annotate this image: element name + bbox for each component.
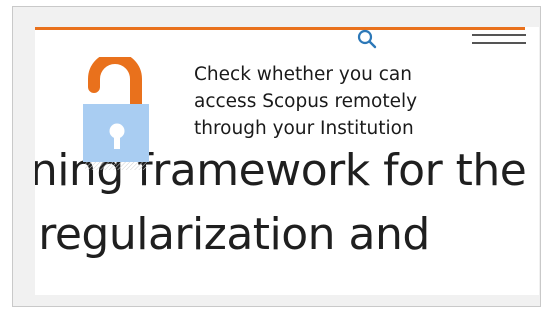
prompt-line-1: Check whether you can xyxy=(194,64,412,85)
hamburger-menu-icon xyxy=(472,34,526,36)
scopus-access-card: rning framework for the l regularization… xyxy=(35,27,539,295)
prompt-line-3: through your Institution xyxy=(194,118,414,139)
search-button[interactable] xyxy=(355,29,381,51)
open-padlock-icon xyxy=(83,57,149,170)
remote-access-prompt[interactable]: Check whether you can access Scopus remo… xyxy=(194,61,494,142)
browser-viewport: rning framework for the l regularization… xyxy=(12,6,541,307)
hamburger-menu-icon-line xyxy=(472,42,526,44)
search-icon xyxy=(357,29,377,49)
prompt-line-2: access Scopus remotely xyxy=(194,91,418,112)
menu-button[interactable] xyxy=(472,32,526,48)
article-title-line-2: l regularization and xyxy=(35,209,430,260)
header-accent-rule xyxy=(35,27,525,30)
